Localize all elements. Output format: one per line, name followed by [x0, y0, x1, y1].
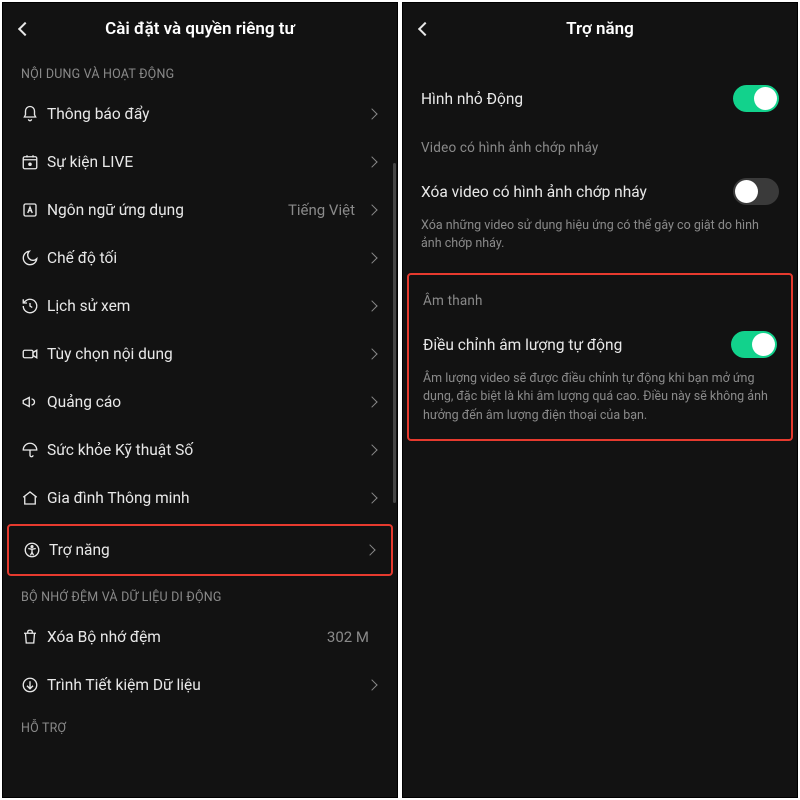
item-label: Thông báo đẩy	[47, 105, 365, 123]
back-button[interactable]	[13, 17, 37, 41]
item-label: Chế độ tối	[47, 249, 365, 267]
section-cache-data: BỘ NHỚ ĐỆM VÀ DỮ LIỆU DI ĐỘNG	[3, 578, 397, 613]
item-dark-mode[interactable]: Chế độ tối	[3, 234, 397, 282]
item-data-saver[interactable]: Trình Tiết kiệm Dữ liệu	[3, 661, 397, 709]
section-flashing-video: Video có hình ảnh chớp nháy	[403, 124, 797, 166]
section-sound: Âm thanh	[409, 277, 791, 319]
item-label: Quảng cáo	[47, 393, 365, 411]
language-icon	[21, 200, 47, 220]
back-button[interactable]	[413, 17, 437, 41]
item-label: Trình Tiết kiệm Dữ liệu	[47, 676, 365, 694]
home-icon	[21, 488, 47, 508]
item-family-pairing[interactable]: Gia đình Thông minh	[3, 474, 397, 522]
highlight-sound: Âm thanh Điều chỉnh âm lượng tự động Âm …	[407, 273, 793, 440]
accessibility-icon	[23, 540, 49, 560]
chevron-right-icon	[365, 398, 379, 406]
toggle-remove-flashing[interactable]: Xóa video có hình ảnh chớp nháy	[403, 166, 797, 217]
chevron-right-icon	[365, 494, 379, 502]
item-value: Tiếng Việt	[288, 201, 355, 219]
video-icon	[21, 344, 47, 364]
header: Cài đặt và quyền riêng tư	[3, 3, 397, 55]
item-app-language[interactable]: Ngôn ngữ ứng dụng Tiếng Việt	[3, 186, 397, 234]
toggle-animated-thumb[interactable]: Hình nhỏ Động	[403, 73, 797, 124]
accessibility-screen: Trợ năng Hình nhỏ Động Video có hình ảnh…	[402, 2, 798, 798]
section-content-activity: NỘI DUNG VÀ HOẠT ĐỘNG	[3, 55, 397, 90]
chevron-right-icon	[365, 681, 379, 689]
live-icon	[21, 152, 47, 172]
chevron-right-icon	[365, 158, 379, 166]
item-value: 302 M	[327, 628, 369, 646]
item-ads[interactable]: Quảng cáo	[3, 378, 397, 426]
history-icon	[21, 296, 47, 316]
item-label: Tùy chọn nội dung	[47, 345, 365, 363]
data-saver-icon	[21, 675, 47, 695]
settings-screen: Cài đặt và quyền riêng tư NỘI DUNG VÀ HO…	[2, 2, 398, 798]
item-label: Ngôn ngữ ứng dụng	[47, 201, 288, 219]
page-title: Cài đặt và quyền riêng tư	[105, 19, 295, 39]
item-live-events[interactable]: Sự kiện LIVE	[3, 138, 397, 186]
chevron-right-icon	[365, 110, 379, 118]
item-label: Gia đình Thông minh	[47, 489, 365, 507]
section-support: HỖ TRỢ	[3, 709, 397, 744]
moon-icon	[21, 248, 47, 268]
auto-volume-description: Âm lượng video sẽ được điều chỉnh tự độn…	[409, 370, 791, 436]
switch-on-icon[interactable]	[733, 85, 779, 112]
item-watch-history[interactable]: Lịch sử xem	[3, 282, 397, 330]
toggle-label: Hình nhỏ Động	[421, 90, 733, 108]
scrollbar[interactable]	[393, 163, 396, 503]
megaphone-icon	[21, 392, 47, 412]
item-label: Xóa Bộ nhớ đệm	[47, 628, 327, 646]
toggle-label: Điều chỉnh âm lượng tự động	[423, 336, 731, 354]
switch-on-icon[interactable]	[731, 331, 777, 358]
item-push-notifications[interactable]: Thông báo đẩy	[3, 90, 397, 138]
toggle-auto-volume[interactable]: Điều chỉnh âm lượng tự động	[409, 319, 791, 370]
trash-icon	[21, 627, 47, 647]
chevron-left-icon	[418, 22, 432, 36]
item-accessibility[interactable]: Trợ năng	[9, 528, 391, 572]
chevron-right-icon	[365, 446, 379, 454]
flashing-description: Xóa những video sử dụng hiệu ứng có thể …	[403, 217, 797, 265]
chevron-right-icon	[365, 302, 379, 310]
chevron-left-icon	[18, 22, 32, 36]
chevron-right-icon	[365, 206, 379, 214]
item-label: Lịch sử xem	[47, 297, 365, 315]
switch-off-icon[interactable]	[733, 178, 779, 205]
chevron-right-icon	[365, 350, 379, 358]
highlight-accessibility: Trợ năng	[7, 524, 393, 576]
bell-icon	[21, 104, 47, 124]
item-label: Trợ năng	[49, 541, 363, 559]
chevron-right-icon	[365, 254, 379, 262]
page-title: Trợ năng	[566, 19, 634, 39]
toggle-label: Xóa video có hình ảnh chớp nháy	[421, 183, 733, 201]
item-label: Sức khỏe Kỹ thuật Số	[47, 441, 365, 459]
umbrella-icon	[21, 440, 47, 460]
chevron-right-icon	[363, 546, 377, 554]
item-label: Sự kiện LIVE	[47, 153, 365, 171]
header: Trợ năng	[403, 3, 797, 55]
item-content-prefs[interactable]: Tùy chọn nội dung	[3, 330, 397, 378]
item-clear-cache[interactable]: Xóa Bộ nhớ đệm 302 M	[3, 613, 397, 661]
item-digital-wellbeing[interactable]: Sức khỏe Kỹ thuật Số	[3, 426, 397, 474]
